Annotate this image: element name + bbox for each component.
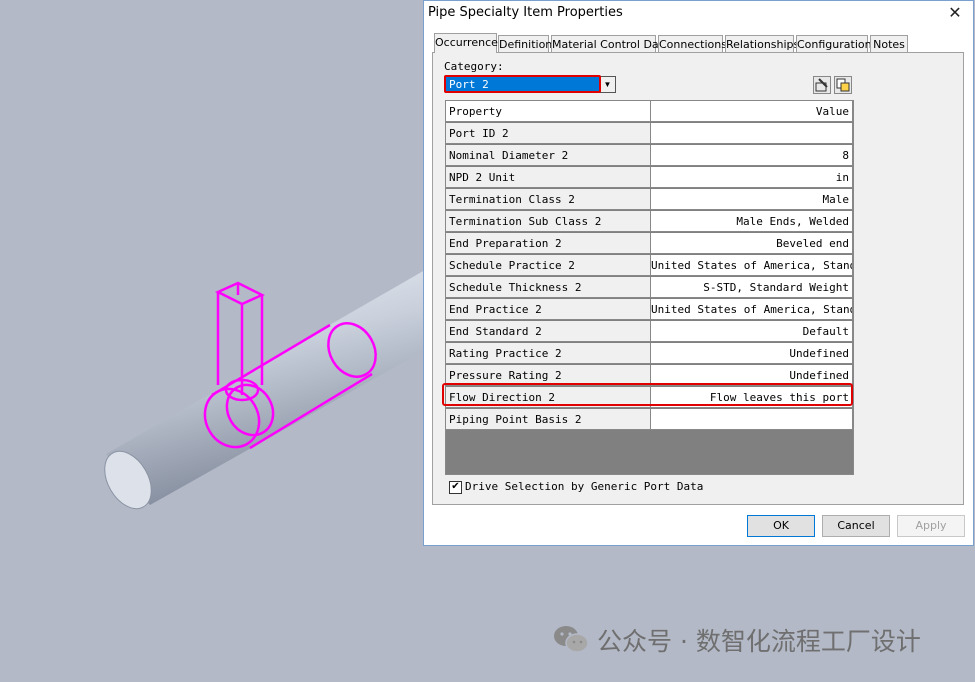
table-row[interactable]: End Standard 2 Default (446, 321, 853, 343)
chevron-down-icon[interactable]: ▼ (599, 77, 615, 92)
property-value[interactable]: Undefined (651, 343, 853, 364)
property-name: Pressure Rating 2 (446, 365, 651, 386)
category-value: Port 2 (449, 78, 489, 91)
table-row[interactable]: End Practice 2 United States of America, … (446, 299, 853, 321)
property-name: End Preparation 2 (446, 233, 651, 254)
tab-relationships[interactable]: Relationships (725, 35, 799, 52)
table-row[interactable]: Port ID 2 (446, 123, 853, 145)
property-name: Schedule Thickness 2 (446, 277, 651, 298)
table-row[interactable]: Nominal Diameter 28 (446, 145, 853, 167)
property-value[interactable] (651, 409, 853, 430)
copy-properties-icon[interactable] (834, 76, 852, 94)
category-dropdown[interactable]: Port 2 ▼ (445, 76, 616, 93)
property-name: Rating Practice 2 (446, 343, 651, 364)
property-value[interactable]: 8 (651, 145, 853, 166)
table-row[interactable]: Schedule Practice 2 United States of Amer… (446, 255, 853, 277)
property-name: Flow Direction 2 (446, 387, 651, 408)
property-value[interactable]: Default (651, 321, 853, 342)
dialog-title: Pipe Specialty Item Properties (428, 5, 623, 20)
pipe-body (106, 270, 425, 505)
drive-selection-label: Drive Selection by Generic Port Data (465, 480, 704, 493)
table-row[interactable]: Rating Practice 2 Undefined (446, 343, 853, 365)
table-row[interactable]: Pressure Rating 2 Undefined (446, 365, 853, 387)
property-value[interactable]: Male (651, 189, 853, 210)
property-value[interactable]: S-STD, Standard Weight (651, 277, 853, 298)
wechat-icon (554, 626, 589, 653)
drive-selection-checkbox[interactable]: ✔ (449, 481, 462, 494)
occurrence-panel: Category: Port 2 ▼ Property Value Port I… (432, 52, 964, 505)
watermark-text: 公众号 · 数智化流程工厂设计 (597, 627, 921, 656)
close-icon[interactable]: ✕ (943, 3, 967, 23)
property-name: End Practice 2 (446, 299, 651, 320)
property-name: Port ID 2 (446, 123, 651, 144)
property-name: Termination Class 2 (446, 189, 651, 210)
properties-dialog: Pipe Specialty Item Properties ✕ Occurre… (423, 0, 974, 546)
ok-button[interactable]: OK (747, 515, 815, 537)
grid-header-row: Property Value (446, 101, 853, 123)
tab-definition[interactable]: Definition (498, 35, 552, 52)
table-row[interactable]: Schedule Thickness 2 S-STD, Standard Weig… (446, 277, 853, 299)
table-row[interactable]: Piping Point Basis 2 (446, 409, 853, 431)
property-name: NPD 2 Unit (446, 167, 651, 188)
grid-header-property: Property (446, 101, 651, 122)
property-value[interactable]: United States of America, Standards (651, 299, 853, 320)
table-row[interactable]: Flow Direction 2 Flow leaves this port (446, 387, 853, 409)
dialog-titlebar[interactable]: Pipe Specialty Item Properties ✕ (424, 1, 973, 27)
cancel-button[interactable]: Cancel (822, 515, 890, 537)
property-value[interactable] (651, 123, 853, 144)
property-name: End Standard 2 (446, 321, 651, 342)
property-name: Nominal Diameter 2 (446, 145, 651, 166)
property-value[interactable]: Beveled end (651, 233, 853, 254)
table-row[interactable]: NPD 2 Unit in (446, 167, 853, 189)
edit-properties-icon[interactable] (813, 76, 831, 94)
property-grid: Property Value Port ID 2 Nominal Diamete… (445, 100, 854, 475)
tab-material-control-data[interactable]: Material Control Data (551, 35, 670, 52)
table-row[interactable]: End Preparation 2 Beveled end (446, 233, 853, 255)
property-name: Termination Sub Class 2 (446, 211, 651, 232)
tab-configuration[interactable]: Configuration (796, 35, 872, 52)
property-value[interactable]: Undefined (651, 365, 853, 386)
property-value[interactable]: Male Ends, Welded (651, 211, 853, 232)
property-name: Schedule Practice 2 (446, 255, 651, 276)
table-row[interactable]: Termination Sub Class 2 Male Ends, Welded (446, 211, 853, 233)
property-value[interactable]: in (651, 167, 853, 188)
grid-header-value: Value (651, 101, 853, 122)
property-name: Piping Point Basis 2 (446, 409, 651, 430)
property-value[interactable]: Flow leaves this port (651, 387, 853, 408)
tab-notes[interactable]: Notes (870, 35, 908, 52)
category-label: Category: (444, 60, 504, 73)
tab-occurrence[interactable]: Occurrence (434, 33, 498, 53)
table-row[interactable]: Termination Class 2 Male (446, 189, 853, 211)
apply-button[interactable]: Apply (897, 515, 965, 537)
property-value[interactable]: United States of America, Standards (651, 255, 853, 276)
tab-connections[interactable]: Connections (658, 35, 727, 52)
